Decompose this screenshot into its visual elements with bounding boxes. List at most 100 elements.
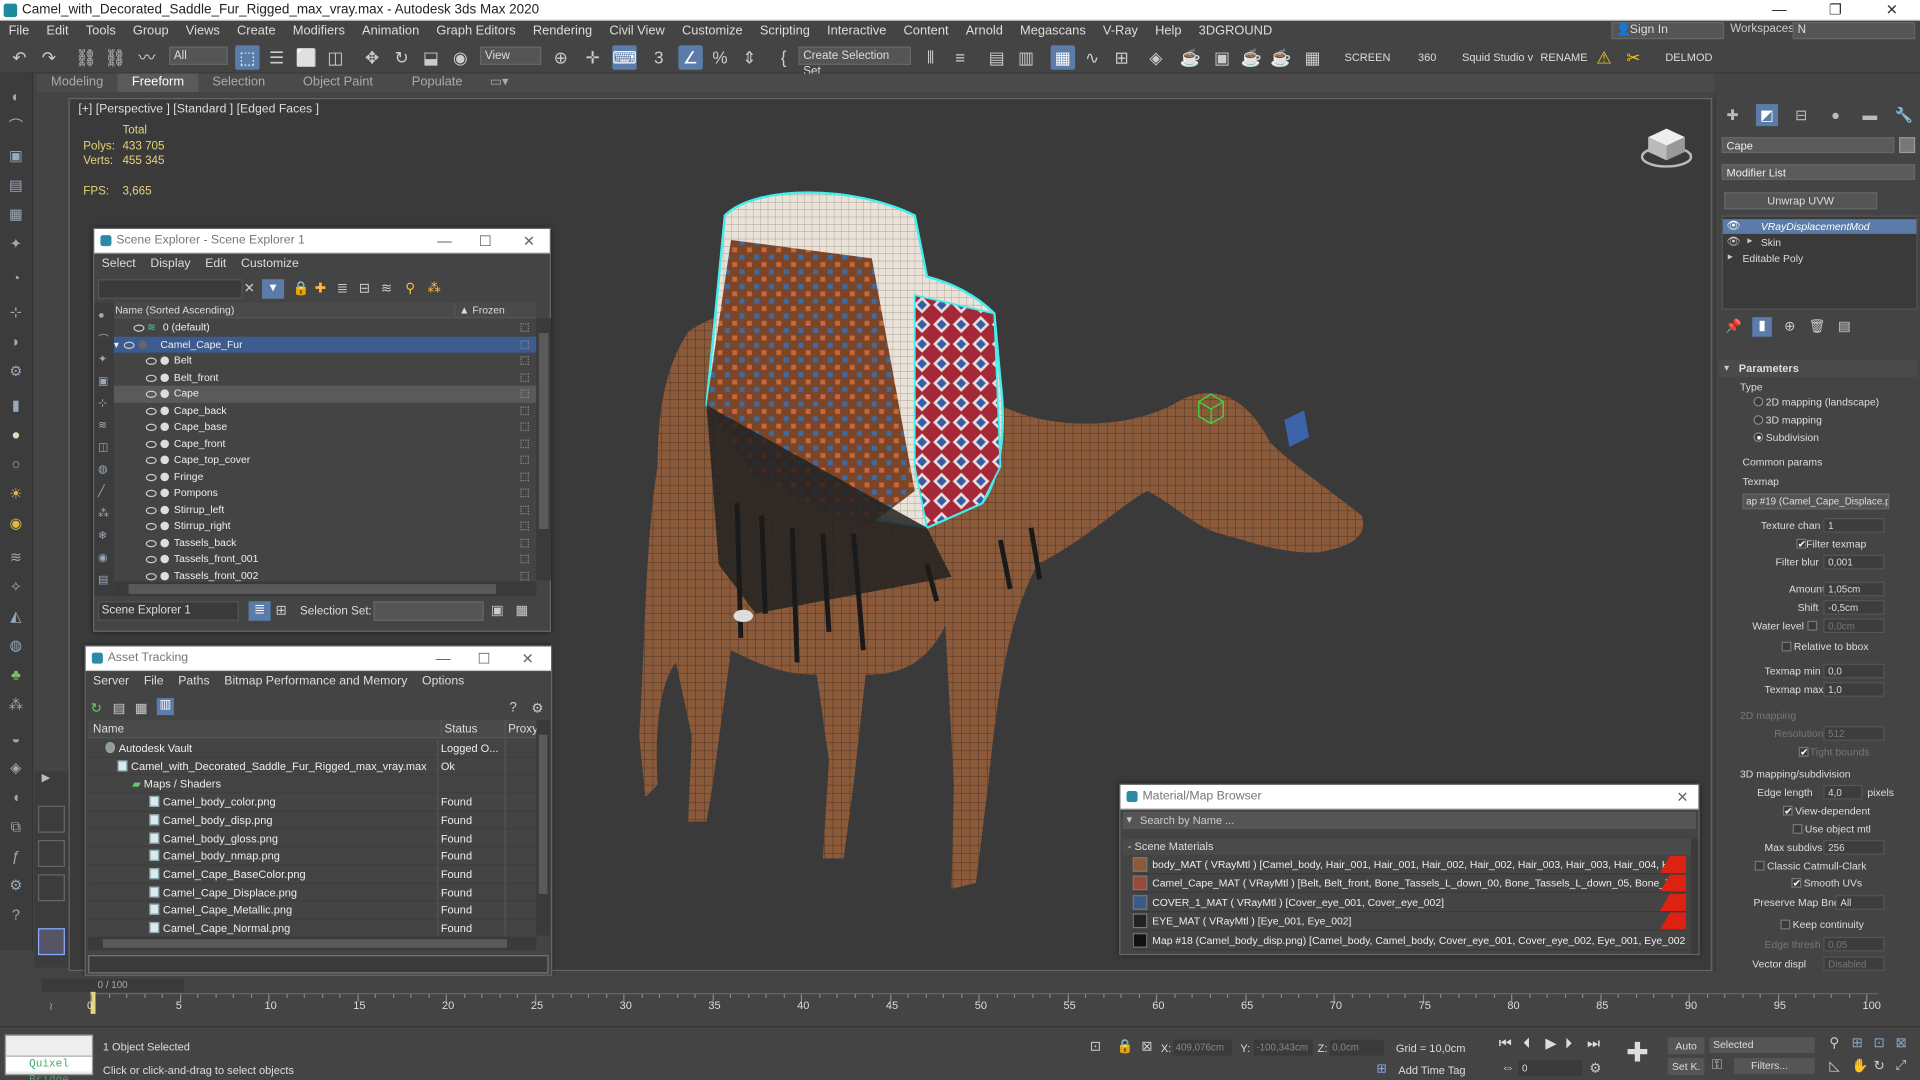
vray-sphere-icon[interactable]: ○ xyxy=(5,453,27,475)
fur-icon[interactable]: ≋ xyxy=(5,546,27,568)
current-frame-field[interactable]: 0 xyxy=(1518,1060,1583,1077)
set-key-button[interactable]: Set K. xyxy=(1667,1057,1705,1076)
layout-single-active[interactable] xyxy=(37,928,65,956)
at-menu-paths[interactable]: Paths xyxy=(171,674,217,687)
filter-bones-icon[interactable]: ╱ xyxy=(98,485,105,498)
se-tree-row[interactable]: Cape_front xyxy=(114,435,536,452)
expand-arrow-icon[interactable]: ▾ xyxy=(114,336,119,353)
zoom-all-icon[interactable]: ⊞ xyxy=(1851,1035,1862,1051)
help-icon[interactable]: ? xyxy=(5,904,27,926)
curve-editor-icon[interactable]: ∿ xyxy=(1080,45,1104,69)
at-table-row[interactable]: Camel_body_gloss.png Found xyxy=(88,829,537,848)
key-icon[interactable]: ⚿ xyxy=(1712,1058,1722,1074)
pan-icon[interactable]: ✋ xyxy=(1851,1058,1868,1074)
absolute-mode-icon[interactable]: ⊠ xyxy=(1141,1038,1152,1055)
at-vertical-scrollbar[interactable] xyxy=(536,720,550,936)
minimize-button[interactable]: — xyxy=(1751,0,1807,21)
object-color-swatch[interactable] xyxy=(1899,137,1916,154)
classic-catmull-checkbox[interactable] xyxy=(1754,860,1765,871)
at-close-icon[interactable]: ✕ xyxy=(522,647,534,671)
schematic-view-icon[interactable]: ⊞ xyxy=(1109,45,1133,69)
visibility-eye-icon[interactable] xyxy=(145,374,157,382)
render-production-icon[interactable]: ☕ xyxy=(1239,45,1263,69)
render-icon[interactable]: ◭ xyxy=(5,605,27,627)
filter-icon[interactable]: ▾ xyxy=(262,279,285,299)
scissors-icon[interactable]: ✂ xyxy=(1621,45,1645,69)
filter-xrefs-icon[interactable]: ◍ xyxy=(98,463,108,476)
filter-spacewarps-icon[interactable]: ≋ xyxy=(98,419,107,432)
mb-search-input[interactable]: Search by Name ... xyxy=(1122,811,1696,829)
redo-icon[interactable]: ↷ xyxy=(37,45,61,69)
vray-light-icon[interactable]: ● xyxy=(5,424,27,446)
menu-interactive[interactable]: Interactive xyxy=(818,23,894,38)
unwrap-uvw-button[interactable]: Unwrap UVW xyxy=(1724,192,1878,210)
filters-button[interactable]: Filters... xyxy=(1733,1057,1815,1074)
named-selection-set-dropdown[interactable]: Create Selection Set xyxy=(798,46,912,78)
ribbon-options-icon[interactable]: ▭▾ xyxy=(478,73,515,91)
se-col-frozen[interactable]: ▲ Frozen xyxy=(454,302,505,319)
vray-dome-icon[interactable]: ◉ xyxy=(5,512,27,534)
settings-icon[interactable]: ⚙ xyxy=(5,874,27,896)
menu-animation[interactable]: Animation xyxy=(353,23,427,38)
motion-tab-icon[interactable]: ● xyxy=(1825,104,1847,126)
at-table-row[interactable]: Camel_body_disp.png Found xyxy=(88,811,537,830)
toggle-ribbon-icon[interactable]: ▦ xyxy=(1050,45,1076,70)
mb-material-row[interactable]: Camel_Cape_MAT ( VRayMtl ) [Belt, Belt_f… xyxy=(1132,874,1687,894)
display-tab-icon[interactable]: ▬ xyxy=(1859,104,1881,126)
visibility-eye-icon[interactable] xyxy=(145,357,157,365)
filter-particles-icon[interactable]: ⁂ xyxy=(98,507,109,520)
spinner-snap-icon[interactable]: ⇕ xyxy=(737,45,761,69)
se-tree-row[interactable]: Belt xyxy=(114,353,536,370)
next-frame-icon[interactable]: ⏵ xyxy=(1565,1035,1572,1053)
stack-icon[interactable]: ≋ xyxy=(381,280,392,297)
configure-sets-icon[interactable]: ▤ xyxy=(1838,318,1851,335)
expand-arrow-icon[interactable]: ▸ xyxy=(1728,251,1733,262)
frozen-toggle-icon[interactable] xyxy=(520,571,529,580)
warning-icon[interactable]: ⚠ xyxy=(1592,45,1616,69)
at-maximize-icon[interactable]: ☐ xyxy=(478,647,491,671)
stack-visibility-icon[interactable]: 👁 xyxy=(1727,235,1741,248)
render-iterative-icon[interactable]: ☕ xyxy=(1269,45,1293,69)
workspace-select[interactable]: N xyxy=(1792,22,1916,40)
at-path-field[interactable] xyxy=(88,955,549,974)
visibility-eye-icon[interactable] xyxy=(145,489,157,498)
orbit-icon[interactable]: ↻ xyxy=(1873,1058,1884,1074)
se-menu-select[interactable]: Select xyxy=(94,257,143,270)
at-menu-bitmap[interactable]: Bitmap Performance and Memory xyxy=(217,674,415,687)
rotate-icon[interactable]: ↻ xyxy=(389,45,413,69)
clear-search-icon[interactable]: ✕ xyxy=(244,280,255,297)
make-unique-icon[interactable]: ⊕ xyxy=(1784,318,1795,335)
shapes-icon[interactable]: ⌒ xyxy=(5,115,27,137)
mb-material-row[interactable]: EYE_MAT ( VRayMtl ) [Eye_001, Eye_002] xyxy=(1132,912,1687,931)
visibility-eye-icon[interactable] xyxy=(145,539,157,547)
bind-spacewarp-icon[interactable]: 〰 xyxy=(135,45,159,69)
plant-icon[interactable]: ♣ xyxy=(5,664,27,686)
link-icon[interactable]: ⛓ xyxy=(73,45,97,69)
visibility-eye-icon[interactable] xyxy=(145,473,157,481)
table-icon[interactable]: ▦ xyxy=(135,700,148,717)
visibility-eye-icon[interactable] xyxy=(145,522,157,531)
mb-group-header[interactable]: - Scene Materials xyxy=(1122,838,1694,855)
layers-icon[interactable]: ≣ xyxy=(337,280,348,297)
at-col-proxy[interactable]: Proxy xyxy=(504,720,538,739)
frozen-toggle-icon[interactable] xyxy=(520,472,529,481)
key-mode-icon[interactable]: ⇔ xyxy=(1501,1060,1514,1075)
view-dependent-checkbox[interactable]: ✔ xyxy=(1782,805,1793,816)
vector-displ-dropdown[interactable]: Disabled xyxy=(1823,956,1885,972)
play-icon[interactable]: ▶ xyxy=(1545,1035,1556,1052)
x-coordinate[interactable]: 409,076cm xyxy=(1173,1039,1232,1056)
maximize-button[interactable]: ❐ xyxy=(1807,0,1863,21)
ribbon-tab-modeling[interactable]: Modeling xyxy=(37,73,118,91)
stack-item-editable-poly[interactable]: Editable Poly xyxy=(1723,251,1916,266)
se-tree-row[interactable]: Belt_front xyxy=(114,369,536,386)
menu-create[interactable]: Create xyxy=(228,23,284,38)
globe-icon[interactable]: ◍ xyxy=(5,634,27,656)
menu-tools[interactable]: Tools xyxy=(77,23,124,38)
scene-explorer-toggle-icon[interactable]: ▤ xyxy=(984,45,1008,69)
mirror-icon[interactable]: ⫴ xyxy=(918,45,942,69)
at-table-row[interactable]: Camel_body_nmap.png Found xyxy=(88,847,537,866)
select-object-icon[interactable]: ⬚ xyxy=(235,45,260,70)
ribbon-tab-selection[interactable]: Selection xyxy=(198,73,279,91)
rendered-frame-window-icon[interactable]: ▣ xyxy=(1210,45,1234,69)
se-search-input[interactable] xyxy=(97,279,243,299)
